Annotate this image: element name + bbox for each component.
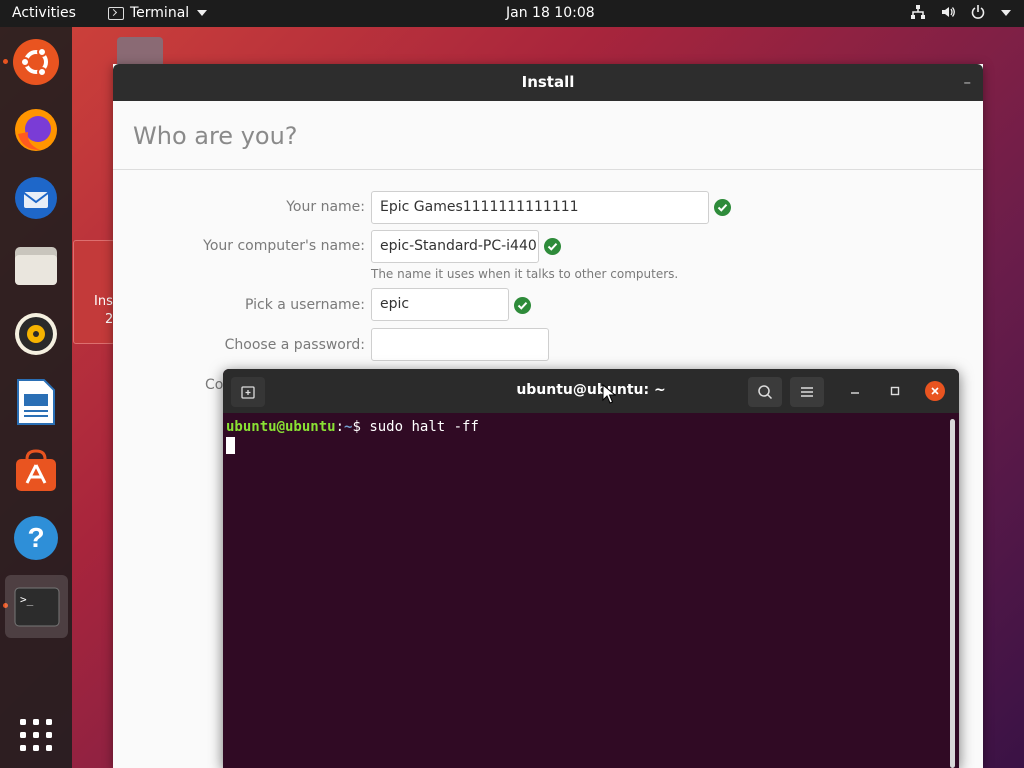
activities-button[interactable]: Activities [12, 5, 76, 21]
terminal-small-icon [108, 6, 124, 20]
password-label: Choose a password: [224, 337, 365, 353]
software-icon[interactable] [10, 444, 62, 496]
installer-titlebar[interactable]: Install – [113, 64, 983, 101]
menu-button[interactable] [790, 377, 824, 407]
password-field[interactable] [371, 328, 549, 361]
scrollbar[interactable] [950, 419, 955, 768]
divider [113, 169, 983, 170]
app-menu[interactable]: Terminal [108, 5, 208, 21]
dock: ? >_ [0, 27, 72, 768]
installer-title: Install [521, 73, 575, 91]
computer-name-label: Your computer's name: [203, 238, 365, 254]
minimize-button[interactable] [845, 381, 865, 401]
maximize-button[interactable] [885, 381, 905, 401]
help-icon[interactable]: ? [10, 512, 62, 564]
caret-down-icon [197, 10, 208, 16]
terminal-window: ubuntu@ubuntu: ~ ubuntu@ubuntu:~$ sudo h… [223, 369, 959, 768]
name-label: Your name: [286, 199, 365, 215]
desktop-install-label: Ins [94, 294, 113, 309]
svg-text:>_: >_ [20, 593, 34, 606]
clock[interactable]: Jan 18 10:08 [506, 5, 595, 21]
search-button[interactable] [748, 377, 782, 407]
desktop-install-shortcut[interactable]: Ins 2 [73, 240, 115, 344]
thunderbird-icon[interactable] [10, 172, 62, 224]
volume-icon [942, 7, 955, 17]
top-bar: Activities Terminal Jan 18 10:08 [0, 0, 1024, 27]
minimize-button[interactable]: – [964, 64, 972, 101]
app-menu-label: Terminal [130, 5, 190, 21]
hamburger-icon [801, 387, 813, 397]
check-icon [714, 199, 731, 216]
libreoffice-writer-icon[interactable] [10, 376, 62, 428]
terminal-line: ubuntu@ubuntu:~$ sudo halt -ff [226, 419, 956, 435]
close-button[interactable] [925, 381, 945, 401]
confirm-password-label: Co [205, 377, 224, 393]
files-icon[interactable] [10, 240, 62, 292]
command-text: sudo halt -ff [369, 419, 479, 435]
system-tray[interactable] [910, 4, 1012, 20]
mouse-pointer-icon [602, 384, 616, 404]
chevron-down-icon [1001, 10, 1011, 16]
prompt-separator: : [335, 419, 345, 435]
username-label: Pick a username: [244, 297, 365, 313]
terminal-output[interactable]: ubuntu@ubuntu:~$ sudo halt -ff [223, 413, 959, 768]
firefox-icon[interactable] [10, 104, 62, 156]
computer-name-field[interactable]: epic-Standard-PC-i440I [371, 230, 539, 263]
username-field[interactable]: epic [371, 288, 509, 321]
terminal-icon[interactable]: >_ [5, 575, 68, 638]
svg-text:?: ? [27, 522, 44, 553]
network-icon [911, 5, 925, 19]
running-indicator [3, 59, 8, 64]
prompt-symbol: $ [352, 419, 370, 435]
rhythmbox-icon[interactable] [10, 308, 62, 360]
show-apps-icon[interactable] [10, 709, 62, 761]
prompt-user: ubuntu@ubuntu [226, 419, 336, 435]
maximize-icon [890, 386, 900, 396]
terminal-headerbar[interactable]: ubuntu@ubuntu: ~ [223, 369, 959, 413]
ubuntu-installer-icon[interactable] [10, 36, 62, 88]
search-icon [758, 385, 773, 400]
power-icon [971, 5, 985, 19]
check-icon [514, 297, 531, 314]
check-icon [544, 238, 561, 255]
text-cursor [226, 437, 235, 454]
close-icon [931, 387, 939, 395]
name-field[interactable]: Epic Games1111111111111 [371, 191, 709, 224]
minimize-icon [851, 392, 859, 394]
page-title: Who are you? [133, 122, 298, 150]
computer-name-hint: The name it uses when it talks to other … [371, 267, 679, 281]
